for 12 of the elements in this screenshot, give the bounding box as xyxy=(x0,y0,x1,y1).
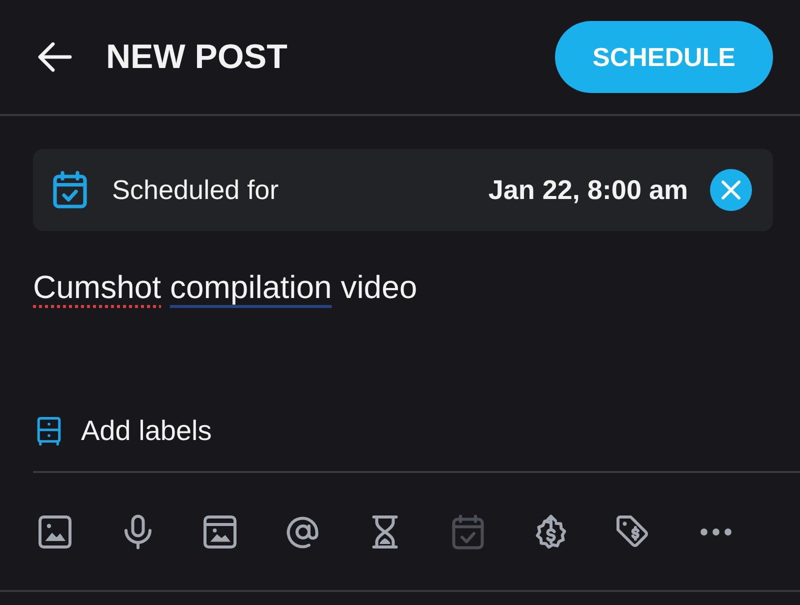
clear-icon[interactable] xyxy=(710,169,752,211)
post-text-field[interactable]: Cumshot compilation video xyxy=(33,231,773,411)
drawer-icon xyxy=(36,416,62,446)
scheduled-date: Jan 22, 8:00 am xyxy=(488,174,688,206)
scheduled-label: Scheduled for xyxy=(112,174,280,206)
gallery-icon[interactable] xyxy=(202,514,238,550)
back-arrow-icon[interactable] xyxy=(38,42,72,72)
add-labels-button[interactable]: Add labels xyxy=(36,411,212,451)
image-icon[interactable] xyxy=(37,514,73,550)
calendar-check-icon xyxy=(52,170,88,210)
at-sign-icon[interactable] xyxy=(284,514,321,550)
page-title: NEW POST xyxy=(106,38,288,76)
